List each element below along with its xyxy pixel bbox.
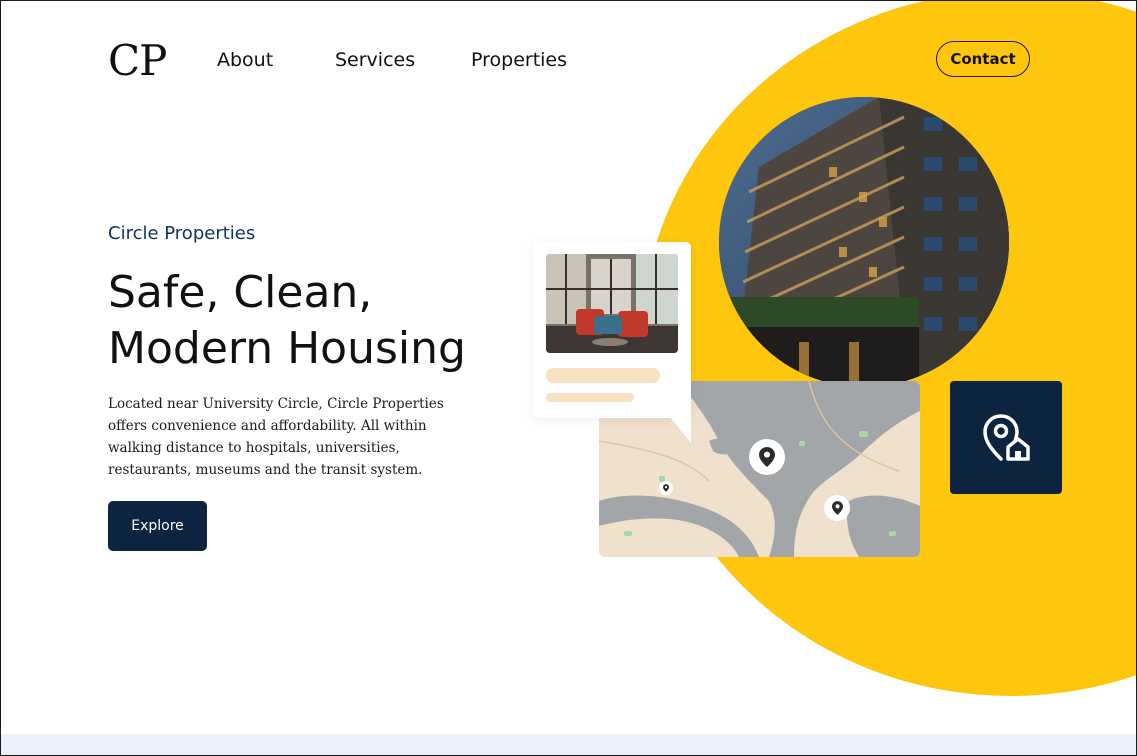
location-pin-icon [831,501,843,515]
living-room-illustration [546,254,678,353]
headline-line-1: Safe, Clean, [108,267,373,318]
hero-description: Located near University Circle, Circle P… [108,396,444,478]
listing-card-pointer [665,411,691,443]
footer-band [1,734,1136,755]
explore-button[interactable]: Explore [108,501,207,551]
skeleton-line-subtitle [546,393,634,402]
listing-card[interactable] [533,242,691,418]
headline-line-2: Modern Housing [108,323,466,374]
building-illustration [719,97,1009,387]
map-pin-large[interactable] [749,439,785,475]
nav-services[interactable]: Services [335,49,415,71]
hero-eyebrow: Circle Properties [108,223,256,244]
map-pin-medium[interactable] [824,495,850,521]
location-pin-icon [663,484,669,492]
nav-about[interactable]: About [217,49,273,71]
location-home-icon [983,413,1030,461]
location-home-tile[interactable] [950,381,1062,494]
page-frame: CP About Services Properties Contact Cir… [0,0,1137,756]
contact-button[interactable]: Contact [936,41,1030,77]
nav-properties[interactable]: Properties [471,49,567,71]
logo[interactable]: CP [108,37,167,85]
location-pin-icon [759,447,775,467]
listing-photo [546,254,678,353]
building-photo [719,97,1009,387]
hero-headline: Safe, Clean, Modern Housing [108,265,528,377]
skeleton-line-title [546,368,660,383]
map-pin-small[interactable] [659,481,673,495]
